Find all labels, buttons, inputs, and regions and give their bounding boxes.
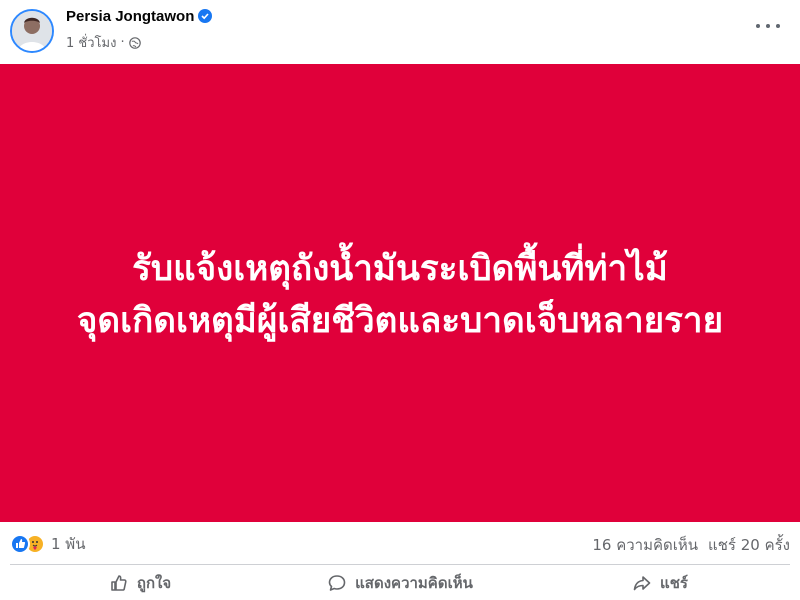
post-timestamp[interactable]: 1 ชั่วโมง — [66, 32, 116, 53]
reactions-summary[interactable]: 1 พัน — [10, 532, 85, 556]
share-arrow-icon — [633, 575, 651, 590]
like-button[interactable]: ถูกใจ — [10, 565, 270, 600]
post-actions: ถูกใจ แสดงความคิดเห็น แชร์ — [10, 564, 790, 600]
comment-label: แสดงความคิดเห็น — [355, 573, 473, 592]
verified-badge-icon — [198, 9, 213, 23]
share-label: แชร์ — [660, 573, 688, 592]
reaction-count[interactable]: 1 พัน — [51, 532, 85, 556]
share-count[interactable]: แชร์ 20 ครั้ง — [708, 533, 790, 557]
author-name[interactable]: Persia Jongtawon — [66, 8, 213, 25]
comment-button[interactable]: แสดงความคิดเห็น — [270, 565, 530, 600]
thumbs-up-icon — [111, 574, 127, 591]
comment-bubble-icon — [328, 574, 346, 591]
post-image[interactable]: รับแจ้งเหตุถังน้ำมันระเบิดพื้นที่ท่าไม้ … — [0, 64, 800, 522]
avatar[interactable] — [10, 9, 54, 53]
post-stats: 1 พัน 16 ความคิดเห็น แชร์ 20 ครั้ง — [0, 522, 800, 564]
more-options-icon[interactable] — [756, 18, 780, 34]
comment-count[interactable]: 16 ความคิดเห็น — [592, 533, 698, 557]
separator-dot: · — [120, 35, 125, 50]
post-meta: 1 ชั่วโมง · — [66, 32, 141, 53]
engagement-counts: 16 ความคิดเห็น แชร์ 20 ครั้ง — [592, 533, 790, 557]
post-header: Persia Jongtawon 1 ชั่วโมง · — [0, 0, 800, 64]
image-text-line-2: จุดเกิดเหตุมีผู้เสียชีวิตและบาดเจ็บหลายร… — [76, 301, 724, 341]
like-reaction-icon — [10, 534, 30, 554]
globe-icon — [128, 36, 141, 49]
share-button[interactable]: แชร์ — [530, 565, 790, 600]
image-text: รับแจ้งเหตุถังน้ำมันระเบิดพื้นที่ท่าไม้ … — [77, 243, 723, 347]
like-label: ถูกใจ — [136, 573, 172, 592]
image-text-line-1: รับแจ้งเหตุถังน้ำมันระเบิดพื้นที่ท่าไม้ — [132, 249, 668, 289]
author-name-text[interactable]: Persia Jongtawon — [66, 8, 194, 25]
